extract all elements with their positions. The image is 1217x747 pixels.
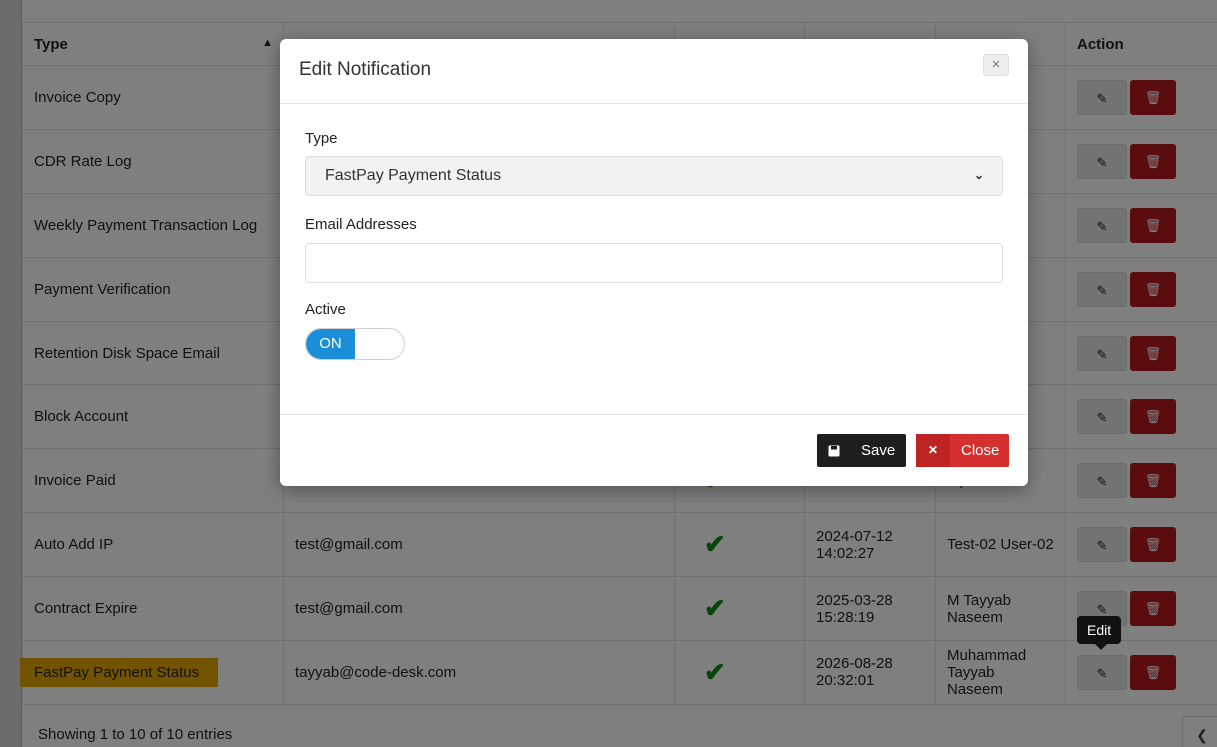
toggle-on-label: ON <box>306 329 355 359</box>
close-button[interactable]: ✕ Close <box>916 434 1009 467</box>
close-icon[interactable]: × <box>983 54 1009 76</box>
modal-footer: Save ✕ Close <box>280 414 1028 486</box>
type-label: Type <box>305 130 338 147</box>
active-label: Active <box>305 301 346 318</box>
edit-notification-modal: Edit Notification × Type FastPay Payment… <box>280 39 1028 486</box>
active-toggle[interactable]: ON <box>305 328 405 360</box>
type-select-value: FastPay Payment Status <box>325 167 502 184</box>
email-addresses-label: Email Addresses <box>305 216 417 233</box>
type-select[interactable]: FastPay Payment Status ⌄ <box>305 156 1003 196</box>
edit-tooltip: Edit <box>1077 616 1122 650</box>
save-button[interactable]: Save <box>817 434 906 467</box>
x-icon: ✕ <box>916 434 950 467</box>
modal-header: Edit Notification × <box>280 39 1028 104</box>
modal-body: Type FastPay Payment Status ⌄ Email Addr… <box>305 104 1003 414</box>
chevron-down-icon: ⌄ <box>973 168 984 182</box>
modal-title: Edit Notification <box>299 59 432 80</box>
email-addresses-input[interactable] <box>305 243 1003 283</box>
floppy-disk-icon <box>817 434 850 467</box>
